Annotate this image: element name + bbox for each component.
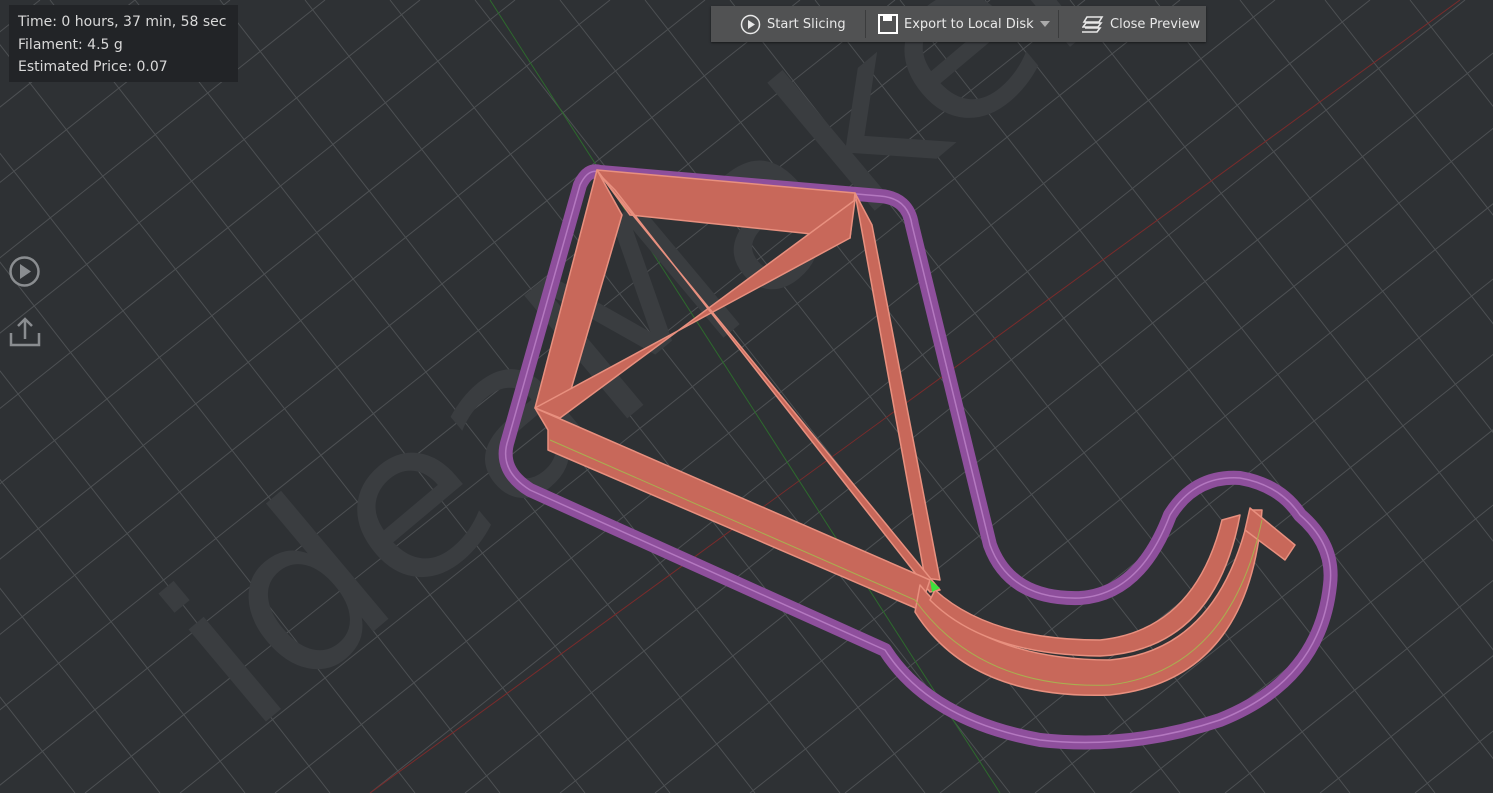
print-time: Time: 0 hours, 37 min, 58 sec xyxy=(18,14,227,30)
filament-weight: Filament: 4.5 g xyxy=(18,36,123,53)
close-preview-button[interactable]: Close Preview xyxy=(1059,6,1200,42)
build-plate-viewport[interactable]: ideaMaker xyxy=(0,0,1493,793)
start-slicing-label: Start Slicing xyxy=(767,16,846,32)
close-preview-label: Close Preview xyxy=(1110,16,1201,32)
grid-line xyxy=(1324,0,1493,216)
grid-line xyxy=(0,696,76,793)
grid-line xyxy=(0,0,231,184)
export-label: Export to Local Disk xyxy=(904,16,1034,32)
preview-toolbar: Start Slicing Export to Local Disk Close… xyxy=(711,6,1206,42)
grid-line xyxy=(1409,0,1493,107)
export-dropdown-arrow[interactable] xyxy=(1038,21,1058,27)
grid-line xyxy=(1224,579,1493,793)
grid-line xyxy=(1154,0,1493,434)
layers-icon xyxy=(1082,16,1104,33)
save-disk-icon xyxy=(878,14,898,34)
chevron-down-icon xyxy=(1040,21,1050,27)
grid-line xyxy=(1319,655,1493,793)
grid-line xyxy=(1239,0,1493,325)
start-slicing-button[interactable]: Start Slicing xyxy=(711,6,865,42)
play-preview-icon[interactable] xyxy=(8,255,41,288)
estimated-price: Estimated Price: 0.07 xyxy=(18,59,168,75)
play-circle-icon xyxy=(740,14,761,34)
print-stats-panel: Time: 0 hours, 37 min, 58 sec Filament: … xyxy=(9,5,238,82)
upload-icon[interactable] xyxy=(8,315,42,349)
export-local-disk-button[interactable]: Export to Local Disk xyxy=(866,6,1038,42)
